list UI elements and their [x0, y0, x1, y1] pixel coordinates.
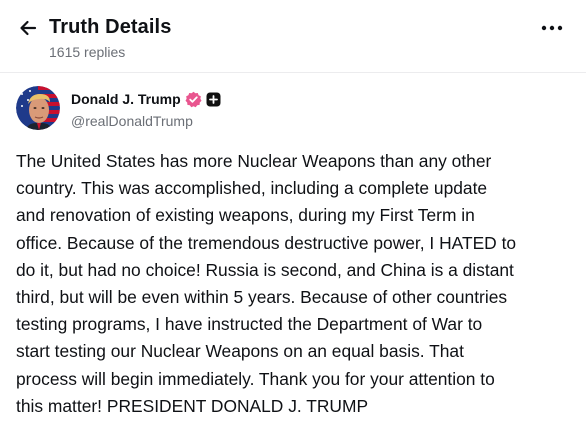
- plus-badge-icon: [206, 92, 221, 106]
- post-author: Donald J. Trump @realDonaldTrump: [16, 86, 576, 132]
- page-title: Truth Details: [49, 16, 172, 38]
- header-divider: [0, 72, 586, 73]
- back-button[interactable]: [14, 14, 42, 42]
- post-text: The United States has more Nuclear Weapo…: [16, 151, 517, 416]
- verified-badge-icon: [185, 91, 202, 107]
- display-name[interactable]: Donald J. Trump: [71, 90, 181, 108]
- more-options-button[interactable]: [538, 16, 566, 40]
- name-row: Donald J. Trump: [71, 90, 221, 108]
- replies-count: 1615 replies: [49, 44, 126, 60]
- more-horizontal-icon: [541, 25, 563, 31]
- avatar[interactable]: [16, 86, 60, 130]
- arrow-left-icon: [20, 20, 37, 36]
- handle[interactable]: @realDonaldTrump: [71, 112, 193, 130]
- page-header: Truth Details 1615 replies: [0, 0, 586, 72]
